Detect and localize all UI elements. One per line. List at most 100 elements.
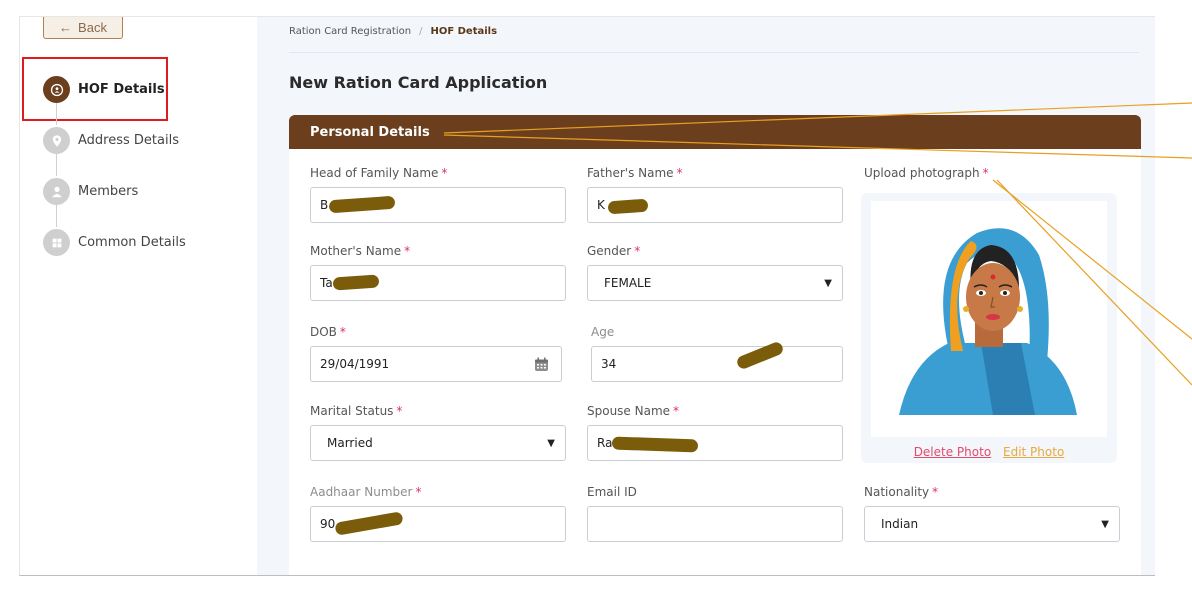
hof-name-input[interactable]: B <box>310 187 566 223</box>
mother-name-input[interactable]: Ta <box>310 265 566 301</box>
field-label: Head of Family Name <box>310 166 439 180</box>
required-mark: * <box>415 485 422 499</box>
aadhaar-input: 90 <box>310 506 566 542</box>
redaction-mark <box>735 340 785 371</box>
mother-name-field: Mother's Name * Ta <box>310 244 566 301</box>
nationality-field: Nationality * Indian ▼ <box>864 485 1120 542</box>
redaction-mark <box>332 274 380 291</box>
location-pin-icon <box>43 127 70 154</box>
age-field: Age 34 <box>591 325 843 382</box>
select-value: Married <box>327 436 373 450</box>
back-label: Back <box>78 19 107 35</box>
field-label: Mother's Name <box>310 244 402 258</box>
field-label: Upload photograph <box>864 166 980 180</box>
father-name-field: Father's Name * K <box>587 166 843 223</box>
page-margin <box>1155 16 1192 576</box>
photo-preview-panel: Delete Photo Edit Photo <box>861 193 1117 463</box>
required-mark: * <box>676 166 683 180</box>
redaction-mark <box>607 198 649 215</box>
input-value: Ra <box>597 436 613 450</box>
step-connector <box>56 103 57 125</box>
field-label: Nationality <box>864 485 930 499</box>
breadcrumb-separator: / <box>419 26 423 37</box>
email-input[interactable] <box>587 506 843 542</box>
sidebar: ← Back HOF Details Address Details Membe… <box>20 17 257 575</box>
input-value: 29/04/1991 <box>320 357 390 371</box>
divider <box>289 52 1139 53</box>
redaction-mark <box>328 195 396 214</box>
breadcrumb: Ration Card Registration / HOF Details <box>289 26 497 37</box>
section-header: Personal Details <box>289 115 1141 149</box>
nationality-select[interactable]: Indian ▼ <box>864 506 1120 542</box>
chevron-down-icon: ▼ <box>824 277 832 289</box>
spouse-name-input[interactable]: Ra <box>587 425 843 461</box>
input-value: B <box>320 198 329 212</box>
arrow-left-icon: ← <box>59 19 73 35</box>
sidebar-item-hof-details[interactable]: HOF Details <box>43 76 165 103</box>
sidebar-item-label: Common Details <box>78 235 186 250</box>
dob-field: DOB * 29/04/1991 <box>310 325 562 382</box>
gender-field: Gender * FEMALE ▼ <box>587 244 843 301</box>
field-label: Spouse Name <box>587 404 671 418</box>
app-frame: ← Back HOF Details Address Details Membe… <box>19 16 1192 576</box>
dob-input[interactable]: 29/04/1991 <box>310 346 562 382</box>
gender-select[interactable]: FEMALE ▼ <box>587 265 843 301</box>
field-label: Father's Name <box>587 166 674 180</box>
field-label: Email ID <box>587 485 637 499</box>
marital-status-field: Marital Status * Married ▼ <box>310 404 566 461</box>
required-mark: * <box>932 485 939 499</box>
age-input: 34 <box>591 340 843 382</box>
sidebar-item-label: Address Details <box>78 133 179 148</box>
required-mark: * <box>404 244 411 258</box>
main-content: Ration Card Registration / HOF Details N… <box>257 17 1155 575</box>
step-connector <box>56 154 57 176</box>
input-value: K <box>597 198 605 212</box>
photo-preview <box>871 201 1107 437</box>
sidebar-item-label: Members <box>78 184 139 199</box>
personal-details-card: Personal Details Head of Family Name * B … <box>289 115 1141 575</box>
sidebar-item-address-details[interactable]: Address Details <box>43 127 179 154</box>
grid-icon <box>43 229 70 256</box>
field-label: Gender <box>587 244 632 258</box>
marital-status-select[interactable]: Married ▼ <box>310 425 566 461</box>
father-name-input[interactable]: K <box>587 187 843 223</box>
required-mark: * <box>982 166 989 180</box>
input-value: Ta <box>320 276 333 290</box>
select-value: Indian <box>881 517 919 531</box>
required-mark: * <box>339 325 346 339</box>
chevron-down-icon: ▼ <box>547 437 555 449</box>
woman-portrait-illustration <box>899 228 1077 415</box>
sidebar-item-members[interactable]: Members <box>43 178 138 205</box>
photo-actions: Delete Photo Edit Photo <box>861 445 1117 459</box>
sidebar-item-common-details[interactable]: Common Details <box>43 229 186 256</box>
user-icon <box>43 76 70 103</box>
step-connector <box>56 205 57 227</box>
redaction-mark <box>611 436 699 453</box>
user-icon <box>43 178 70 205</box>
upload-photo-field: Upload photograph * <box>864 166 1120 187</box>
redaction-mark <box>334 511 404 536</box>
edit-photo-link[interactable]: Edit Photo <box>1003 445 1064 459</box>
field-label: Aadhaar Number <box>310 485 413 499</box>
required-mark: * <box>673 404 680 418</box>
select-value: FEMALE <box>604 276 652 290</box>
aadhaar-field: Aadhaar Number * 90 <box>310 485 566 542</box>
field-label: Marital Status <box>310 404 394 418</box>
calendar-icon[interactable] <box>534 357 549 375</box>
breadcrumb-current: HOF Details <box>430 26 498 37</box>
back-button[interactable]: ← Back <box>43 17 123 39</box>
required-mark: * <box>634 244 641 258</box>
chevron-down-icon: ▼ <box>1101 518 1109 530</box>
field-label: Age <box>591 325 615 339</box>
field-label: DOB <box>310 325 337 339</box>
breadcrumb-parent-link[interactable]: Ration Card Registration <box>289 26 411 37</box>
sidebar-item-label: HOF Details <box>78 82 165 97</box>
hof-name-field: Head of Family Name * B <box>310 166 566 223</box>
input-value: 34 <box>601 357 617 371</box>
spouse-name-field: Spouse Name * Ra <box>587 404 843 461</box>
input-value: 90 <box>320 517 336 531</box>
required-mark: * <box>396 404 403 418</box>
required-mark: * <box>441 166 448 180</box>
page-title: New Ration Card Application <box>289 73 548 92</box>
delete-photo-link[interactable]: Delete Photo <box>914 445 991 459</box>
